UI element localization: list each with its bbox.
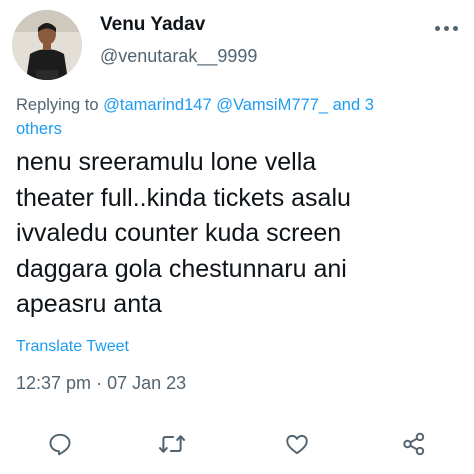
tweet-date: 07 Jan 23 bbox=[107, 373, 187, 393]
more-dot-icon bbox=[434, 25, 440, 31]
tweet-text-line: apeasru anta bbox=[16, 290, 162, 318]
share-button[interactable] bbox=[400, 430, 428, 458]
others-count: 3 bbox=[364, 96, 374, 114]
action-bar bbox=[0, 424, 474, 464]
avatar-image bbox=[12, 10, 82, 80]
avatar[interactable] bbox=[12, 10, 82, 80]
replying-to-line: Replying to @tamarind147 @VamsiM777_ and… bbox=[16, 93, 456, 141]
more-dot-icon bbox=[443, 25, 449, 31]
others-label: others bbox=[16, 120, 62, 138]
tweet-text-line: theater full..kinda tickets asalu bbox=[16, 183, 351, 212]
reply-icon bbox=[49, 433, 71, 456]
display-name[interactable]: Venu Yadav bbox=[100, 14, 205, 36]
user-handle[interactable]: @venutarak__9999 bbox=[100, 46, 257, 67]
tweet-text-line: nenu sreeramulu lone vella bbox=[16, 148, 317, 176]
mention-link-tamarind147[interactable]: @tamarind147 bbox=[103, 96, 211, 114]
timestamp-separator: · bbox=[91, 373, 108, 393]
tweet-timestamp[interactable]: 12:37 pm · 07 Jan 23 bbox=[16, 373, 186, 394]
tweet-text: nenu sreeramulu lone vella theater full.… bbox=[16, 145, 466, 323]
tweet-text-line: daggara gola chestunnaru ani bbox=[16, 254, 347, 283]
tweet-card: Venu Yadav @venutarak__9999 Replying to … bbox=[0, 0, 474, 474]
more-options-button[interactable] bbox=[432, 18, 460, 38]
retweet-button[interactable] bbox=[158, 430, 186, 458]
reply-button[interactable] bbox=[46, 430, 74, 458]
retweet-icon bbox=[158, 435, 186, 453]
translate-tweet-link[interactable]: Translate Tweet bbox=[16, 338, 129, 356]
share-icon bbox=[403, 432, 425, 456]
tweet-time: 12:37 pm bbox=[16, 373, 92, 393]
like-button[interactable] bbox=[283, 430, 311, 458]
tweet-text-line: ivvaledu counter kuda screen bbox=[16, 219, 342, 247]
like-icon bbox=[286, 434, 308, 455]
mention-link-vamsim777[interactable]: @VamsiM777_ bbox=[216, 96, 328, 114]
more-dot-icon bbox=[452, 25, 458, 31]
others-connector: and bbox=[328, 96, 365, 114]
replying-to-label: Replying to bbox=[16, 96, 104, 114]
